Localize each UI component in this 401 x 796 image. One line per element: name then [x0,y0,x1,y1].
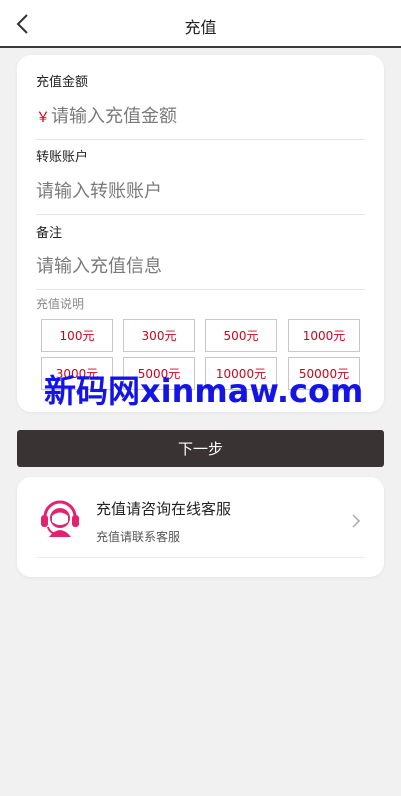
divider [36,139,365,140]
customer-service-icon [41,500,79,537]
amount-option-1000[interactable]: 1000元 [288,319,360,352]
amount-label: 充值金额 [36,75,89,90]
recharge-description-label: 充值说明 [36,297,85,311]
customer-service-card[interactable]: 充值请咨询在线客服 充值请联系客服 [17,477,384,577]
amount-option-100[interactable]: 100元 [41,319,113,352]
recharge-form-card: 充值金额 ￥ 转账账户 备注 充值说明 100元 300元 500元 1000元… [17,55,384,412]
amount-option-3000[interactable]: 3000元 [41,357,113,390]
page-title: 充值 [184,18,217,37]
amount-input[interactable] [51,101,365,131]
currency-symbol: ￥ [36,110,50,126]
remark-input[interactable] [36,251,365,281]
service-title: 充值请咨询在线客服 [96,500,232,518]
next-step-button[interactable]: 下一步 [17,430,384,467]
amount-option-5000[interactable]: 5000元 [123,357,195,390]
remark-label: 备注 [36,226,63,241]
account-input[interactable] [36,176,365,206]
amount-option-10000[interactable]: 10000元 [205,357,277,390]
amount-option-300[interactable]: 300元 [123,319,195,352]
divider [36,214,365,215]
service-subtitle: 充值请联系客服 [96,530,181,544]
chevron-right-icon [352,514,361,528]
divider [36,557,365,558]
divider [36,289,365,290]
amount-options: 100元 300元 500元 1000元 3000元 5000元 10000元 … [41,319,361,393]
amount-option-50000[interactable]: 50000元 [288,357,360,390]
amount-option-500[interactable]: 500元 [205,319,277,352]
account-label: 转账账户 [36,150,89,165]
top-bar: 充值 [0,0,401,48]
